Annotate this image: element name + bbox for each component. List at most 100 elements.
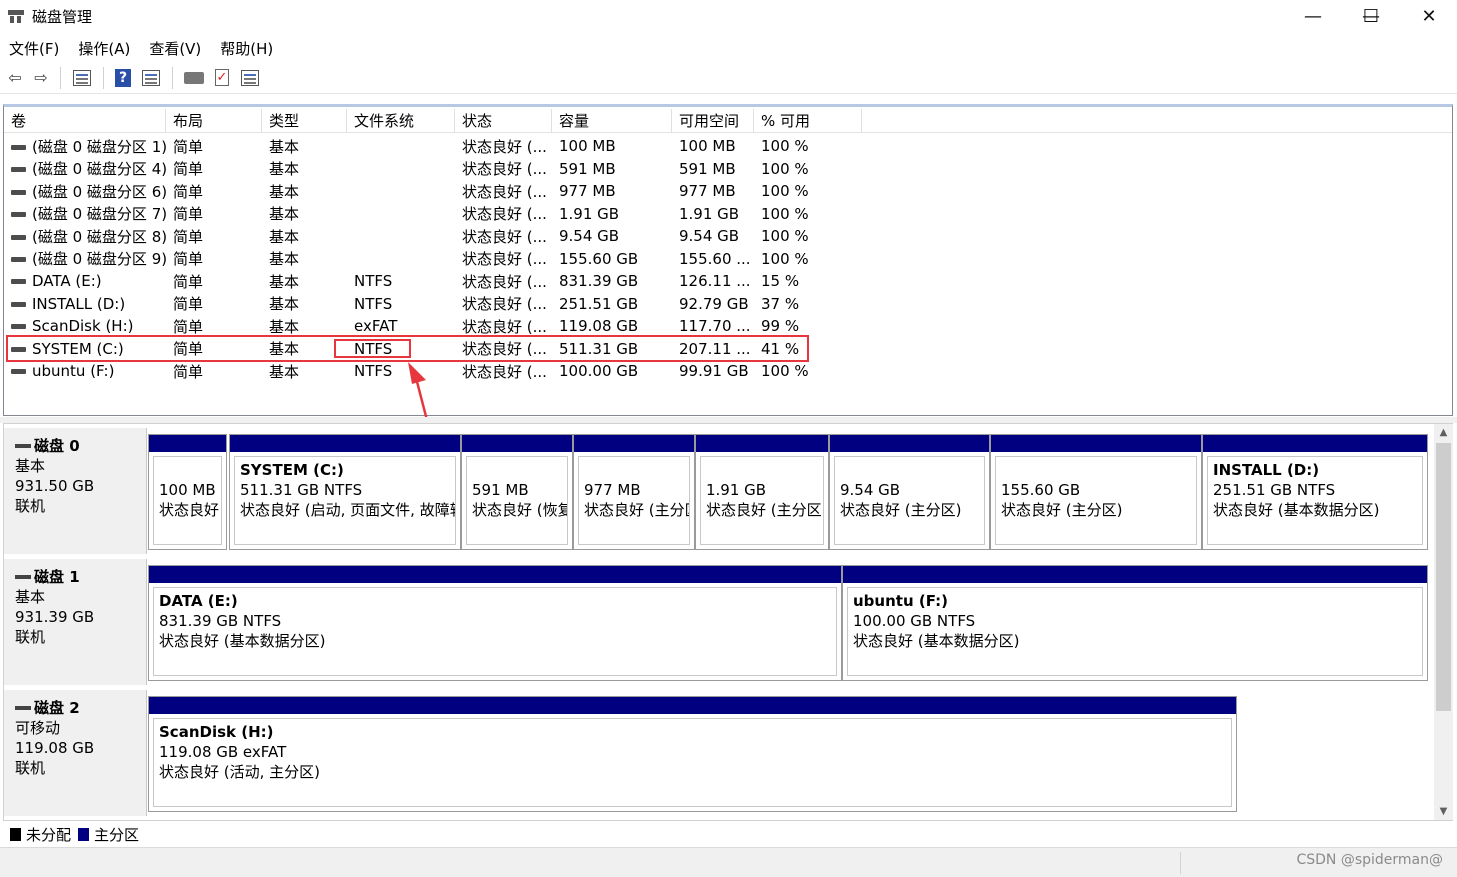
partition-type-bar bbox=[574, 435, 694, 452]
table-cell: 100 % bbox=[761, 362, 809, 381]
partition-block[interactable]: 591 MB 状态良好 (恢复 bbox=[461, 434, 573, 550]
partition-block[interactable]: 1.91 GB 状态良好 (主分区 bbox=[695, 434, 829, 550]
disk-info[interactable]: 磁盘 1 基本 931.39 GB 联机 bbox=[4, 559, 147, 685]
minimize-button-ctl[interactable]: — bbox=[1284, 0, 1342, 32]
menu-item-0[interactable]: 文件(F) bbox=[0, 38, 69, 59]
disk-icon bbox=[184, 71, 204, 84]
scroll-down-icon[interactable]: ▼ bbox=[1434, 803, 1453, 820]
back-button[interactable]: ⇦ bbox=[2, 66, 28, 90]
partition-details: 1.91 GB 状态良好 (主分区 bbox=[700, 456, 824, 545]
partition-type-bar bbox=[230, 435, 460, 452]
properties-button[interactable] bbox=[136, 66, 166, 90]
scroll-up-icon[interactable]: ▲ bbox=[1434, 424, 1453, 441]
vertical-scrollbar[interactable]: ▲ ▼ bbox=[1434, 424, 1453, 820]
table-row[interactable]: (磁盘 0 磁盘分区 6) 简单 基本 状态良好 (... 977 MB 977 MB 10… bbox=[4, 180, 1452, 203]
column-header[interactable]: 文件系统 bbox=[347, 109, 455, 133]
table-cell: 100 % bbox=[761, 137, 809, 156]
partition-block[interactable]: 100 MB 状态良好 bbox=[148, 434, 227, 550]
column-header[interactable]: % 可用 bbox=[754, 109, 862, 133]
table-row[interactable]: DATA (E:) 简单 基本 NTFS 状态良好 (... 831.39 GB 126.1… bbox=[4, 270, 1452, 293]
menu-item-1[interactable]: 操作(A) bbox=[69, 38, 140, 59]
partition-block[interactable]: ScanDisk (H:) 119.08 GB exFAT 状态良好 (活动, 主分… bbox=[148, 696, 1237, 812]
disk-graphical-view: 磁盘 0 基本 931.50 GB 联机 100 MB 状态良好 SYSTEM (C:) 51… bbox=[3, 423, 1453, 821]
table-cell: 简单 bbox=[173, 250, 204, 269]
scroll-thumb[interactable] bbox=[1436, 443, 1451, 711]
table-cell: 591 MB bbox=[679, 159, 736, 178]
details-icon bbox=[241, 69, 259, 86]
partition-size: 100.00 GB NTFS bbox=[853, 612, 976, 630]
table-row[interactable]: (磁盘 0 磁盘分区 9) 简单 基本 状态良好 (... 155.60 GB 155.6… bbox=[4, 248, 1452, 271]
table-row[interactable]: (磁盘 0 磁盘分区 8) 简单 基本 状态良好 (... 9.54 GB 9.54 GB… bbox=[4, 225, 1452, 248]
partition-status: 状态良好 (主分区 bbox=[706, 501, 822, 519]
maximize-button[interactable]: ☐ bbox=[1342, 0, 1400, 32]
console-tree-button[interactable] bbox=[67, 66, 97, 90]
table-row[interactable]: (磁盘 0 磁盘分区 7) 简单 基本 状态良好 (... 1.91 GB 1.91 GB… bbox=[4, 203, 1452, 226]
disk-info[interactable]: 磁盘 2 可移动 119.08 GB 联机 bbox=[4, 690, 147, 816]
status-bar: CSDN @spiderman@ bbox=[0, 847, 1457, 877]
menu-item-2[interactable]: 查看(V) bbox=[140, 38, 211, 59]
column-header[interactable]: 卷 bbox=[4, 109, 166, 133]
table-row[interactable]: (磁盘 0 磁盘分区 4) 简单 基本 状态良好 (... 591 MB 591 MB 10… bbox=[4, 158, 1452, 181]
partition-details: 9.54 GB 状态良好 (主分区) bbox=[834, 456, 985, 545]
disk-row: 磁盘 1 基本 931.39 GB 联机 DATA (E:) 831.39 GB NTFS… bbox=[4, 559, 1432, 685]
volume-icon bbox=[11, 301, 26, 307]
table-cell: 591 MB bbox=[559, 159, 616, 178]
column-header[interactable]: 类型 bbox=[262, 109, 347, 133]
legend-label: 未分配 bbox=[26, 825, 72, 844]
partition-type-bar bbox=[830, 435, 989, 452]
partition-block[interactable]: 9.54 GB 状态良好 (主分区) bbox=[829, 434, 990, 550]
table-cell: 状态良好 (... bbox=[462, 227, 547, 246]
table-cell: 基本 bbox=[269, 272, 300, 291]
legend-label: 主分区 bbox=[94, 825, 140, 844]
table-cell: 基本 bbox=[269, 317, 300, 336]
column-header[interactable]: 可用空间 bbox=[672, 109, 754, 133]
partition-type-bar bbox=[696, 435, 828, 452]
partition-size: 977 MB bbox=[584, 481, 641, 499]
partition-details: INSTALL (D:) 251.51 GB NTFS 状态良好 (基本数据分区) bbox=[1207, 456, 1423, 545]
table-cell: 9.54 GB bbox=[679, 227, 740, 246]
partition-status: 状态良好 (基本数据分区) bbox=[159, 632, 326, 650]
table-cell: 1.91 GB bbox=[679, 204, 740, 223]
partition-size: 119.08 GB exFAT bbox=[159, 743, 287, 761]
partition-block[interactable]: 155.60 GB 状态良好 (主分区) bbox=[990, 434, 1202, 550]
menu-item-3[interactable]: 帮助(H) bbox=[211, 38, 283, 59]
partition-details: DATA (E:) 831.39 GB NTFS 状态良好 (基本数据分区) bbox=[153, 587, 837, 676]
column-header[interactable]: 容量 bbox=[552, 109, 672, 133]
table-cell: 155.60 ... bbox=[679, 249, 751, 268]
volume-icon bbox=[11, 212, 26, 218]
back-icon: ⇦ bbox=[8, 68, 22, 87]
partition-block[interactable]: INSTALL (D:) 251.51 GB NTFS 状态良好 (基本数据分区) bbox=[1202, 434, 1428, 550]
table-row[interactable]: INSTALL (D:) 简单 基本 NTFS 状态良好 (... 251.51 GB 92… bbox=[4, 293, 1452, 316]
details-button[interactable] bbox=[235, 66, 265, 90]
table-cell: 状态良好 (... bbox=[462, 137, 547, 156]
column-header[interactable]: 状态 bbox=[455, 109, 552, 133]
volume-name: (磁盘 0 磁盘分区 9) bbox=[32, 250, 166, 269]
partition-type-bar bbox=[843, 566, 1427, 583]
table-cell: 基本 bbox=[269, 250, 300, 269]
help-button[interactable]: ? bbox=[110, 66, 136, 90]
rescan-disk-button[interactable] bbox=[179, 66, 209, 90]
table-cell: 基本 bbox=[269, 227, 300, 246]
disk-info[interactable]: 磁盘 0 基本 931.50 GB 联机 bbox=[4, 428, 147, 554]
table-row[interactable]: (磁盘 0 磁盘分区 1) 简单 基本 状态良好 (... 100 MB 100 MB 10… bbox=[4, 135, 1452, 158]
table-cell: NTFS bbox=[354, 272, 393, 291]
partition-block[interactable]: SYSTEM (C:) 511.31 GB NTFS 状态良好 (启动, 页面文件,… bbox=[229, 434, 461, 550]
close-button[interactable]: ✕ bbox=[1400, 0, 1457, 32]
partition-type-bar bbox=[149, 435, 226, 452]
column-header[interactable]: 布局 bbox=[166, 109, 262, 133]
table-cell: 100 % bbox=[761, 159, 809, 178]
table-cell: 状态良好 (... bbox=[462, 250, 547, 269]
table-row[interactable]: ubuntu (F:) 简单 基本 NTFS 状态良好 (... 100.00 GB 99.… bbox=[4, 360, 1452, 383]
partition-size: 511.31 GB NTFS bbox=[240, 481, 363, 499]
partition-status: 状态良好 (基本数据分区) bbox=[1213, 501, 1380, 519]
partition-block[interactable]: DATA (E:) 831.39 GB NTFS 状态良好 (基本数据分区) bbox=[148, 565, 842, 681]
partition-block[interactable]: 977 MB 状态良好 (主分区 bbox=[573, 434, 695, 550]
table-cell: 100.00 GB bbox=[559, 362, 639, 381]
partition-size: 155.60 GB bbox=[1001, 481, 1081, 499]
forward-button[interactable]: ⇨ bbox=[28, 66, 54, 90]
checklist-button[interactable]: ✓ bbox=[209, 66, 235, 90]
table-cell: 状态良好 (... bbox=[462, 362, 547, 381]
maximize-icon: ☐ bbox=[1362, 5, 1380, 27]
volume-list[interactable]: 卷布局 类型 文件系统 状态 容量 可用空间% 可用 (磁盘 0 磁盘分区 1) 简单 基本状… bbox=[3, 104, 1453, 518]
partition-block[interactable]: ubuntu (F:) 100.00 GB NTFS 状态良好 (基本数据分区) bbox=[842, 565, 1428, 681]
